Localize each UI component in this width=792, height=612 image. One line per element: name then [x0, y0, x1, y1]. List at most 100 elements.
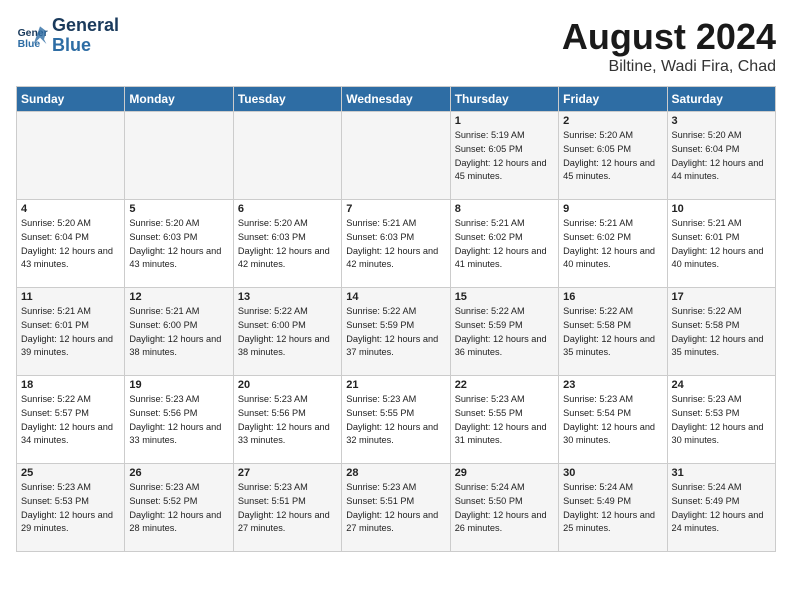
- calendar-cell: 13 Sunrise: 5:22 AMSunset: 6:00 PMDaylig…: [233, 288, 341, 376]
- day-info: Sunrise: 5:23 AMSunset: 5:52 PMDaylight:…: [129, 481, 228, 536]
- calendar-cell: 6 Sunrise: 5:20 AMSunset: 6:03 PMDayligh…: [233, 200, 341, 288]
- day-number: 7: [346, 203, 445, 215]
- day-info: Sunrise: 5:20 AMSunset: 6:05 PMDaylight:…: [563, 129, 662, 184]
- page-header: General Blue General Blue August 2024 Bi…: [16, 16, 776, 76]
- week-row-3: 11 Sunrise: 5:21 AMSunset: 6:01 PMDaylig…: [17, 288, 776, 376]
- day-number: 3: [672, 115, 771, 127]
- day-number: 18: [21, 379, 120, 391]
- day-number: 10: [672, 203, 771, 215]
- calendar-cell: 11 Sunrise: 5:21 AMSunset: 6:01 PMDaylig…: [17, 288, 125, 376]
- calendar-cell: 2 Sunrise: 5:20 AMSunset: 6:05 PMDayligh…: [559, 112, 667, 200]
- day-number: 5: [129, 203, 228, 215]
- calendar-header-row: SundayMondayTuesdayWednesdayThursdayFrid…: [17, 87, 776, 112]
- day-header-friday: Friday: [559, 87, 667, 112]
- day-info: Sunrise: 5:20 AMSunset: 6:03 PMDaylight:…: [238, 217, 337, 272]
- calendar-cell: 17 Sunrise: 5:22 AMSunset: 5:58 PMDaylig…: [667, 288, 775, 376]
- day-info: Sunrise: 5:22 AMSunset: 5:58 PMDaylight:…: [672, 305, 771, 360]
- day-number: 27: [238, 467, 337, 479]
- calendar-cell: [125, 112, 233, 200]
- day-number: 31: [672, 467, 771, 479]
- calendar-cell: 25 Sunrise: 5:23 AMSunset: 5:53 PMDaylig…: [17, 464, 125, 552]
- day-number: 28: [346, 467, 445, 479]
- calendar-cell: 7 Sunrise: 5:21 AMSunset: 6:03 PMDayligh…: [342, 200, 450, 288]
- day-header-wednesday: Wednesday: [342, 87, 450, 112]
- calendar-cell: 18 Sunrise: 5:22 AMSunset: 5:57 PMDaylig…: [17, 376, 125, 464]
- day-number: 2: [563, 115, 662, 127]
- day-info: Sunrise: 5:23 AMSunset: 5:56 PMDaylight:…: [238, 393, 337, 448]
- day-info: Sunrise: 5:24 AMSunset: 5:50 PMDaylight:…: [455, 481, 554, 536]
- day-info: Sunrise: 5:22 AMSunset: 5:59 PMDaylight:…: [455, 305, 554, 360]
- calendar-cell: 10 Sunrise: 5:21 AMSunset: 6:01 PMDaylig…: [667, 200, 775, 288]
- calendar-cell: 5 Sunrise: 5:20 AMSunset: 6:03 PMDayligh…: [125, 200, 233, 288]
- calendar-cell: 14 Sunrise: 5:22 AMSunset: 5:59 PMDaylig…: [342, 288, 450, 376]
- logo: General Blue General Blue: [16, 16, 119, 56]
- day-header-tuesday: Tuesday: [233, 87, 341, 112]
- calendar-cell: [342, 112, 450, 200]
- day-header-sunday: Sunday: [17, 87, 125, 112]
- day-info: Sunrise: 5:23 AMSunset: 5:56 PMDaylight:…: [129, 393, 228, 448]
- calendar-cell: 21 Sunrise: 5:23 AMSunset: 5:55 PMDaylig…: [342, 376, 450, 464]
- day-number: 8: [455, 203, 554, 215]
- calendar-subtitle: Biltine, Wadi Fira, Chad: [562, 58, 776, 76]
- day-info: Sunrise: 5:19 AMSunset: 6:05 PMDaylight:…: [455, 129, 554, 184]
- calendar-cell: 29 Sunrise: 5:24 AMSunset: 5:50 PMDaylig…: [450, 464, 558, 552]
- calendar-table: SundayMondayTuesdayWednesdayThursdayFrid…: [16, 86, 776, 552]
- day-info: Sunrise: 5:23 AMSunset: 5:51 PMDaylight:…: [238, 481, 337, 536]
- calendar-cell: 19 Sunrise: 5:23 AMSunset: 5:56 PMDaylig…: [125, 376, 233, 464]
- day-info: Sunrise: 5:22 AMSunset: 5:57 PMDaylight:…: [21, 393, 120, 448]
- day-info: Sunrise: 5:22 AMSunset: 5:59 PMDaylight:…: [346, 305, 445, 360]
- day-info: Sunrise: 5:21 AMSunset: 6:01 PMDaylight:…: [21, 305, 120, 360]
- day-number: 26: [129, 467, 228, 479]
- day-info: Sunrise: 5:22 AMSunset: 6:00 PMDaylight:…: [238, 305, 337, 360]
- calendar-cell: 24 Sunrise: 5:23 AMSunset: 5:53 PMDaylig…: [667, 376, 775, 464]
- day-number: 29: [455, 467, 554, 479]
- calendar-cell: 8 Sunrise: 5:21 AMSunset: 6:02 PMDayligh…: [450, 200, 558, 288]
- day-number: 16: [563, 291, 662, 303]
- day-number: 12: [129, 291, 228, 303]
- day-info: Sunrise: 5:22 AMSunset: 5:58 PMDaylight:…: [563, 305, 662, 360]
- calendar-cell: [233, 112, 341, 200]
- day-header-thursday: Thursday: [450, 87, 558, 112]
- calendar-cell: 26 Sunrise: 5:23 AMSunset: 5:52 PMDaylig…: [125, 464, 233, 552]
- day-header-saturday: Saturday: [667, 87, 775, 112]
- logo-line1: General: [52, 16, 119, 36]
- day-number: 13: [238, 291, 337, 303]
- day-number: 14: [346, 291, 445, 303]
- day-info: Sunrise: 5:23 AMSunset: 5:55 PMDaylight:…: [455, 393, 554, 448]
- calendar-cell: 31 Sunrise: 5:24 AMSunset: 5:49 PMDaylig…: [667, 464, 775, 552]
- calendar-cell: 28 Sunrise: 5:23 AMSunset: 5:51 PMDaylig…: [342, 464, 450, 552]
- week-row-4: 18 Sunrise: 5:22 AMSunset: 5:57 PMDaylig…: [17, 376, 776, 464]
- day-info: Sunrise: 5:21 AMSunset: 6:01 PMDaylight:…: [672, 217, 771, 272]
- day-info: Sunrise: 5:21 AMSunset: 6:02 PMDaylight:…: [563, 217, 662, 272]
- day-number: 9: [563, 203, 662, 215]
- day-info: Sunrise: 5:21 AMSunset: 6:03 PMDaylight:…: [346, 217, 445, 272]
- day-number: 24: [672, 379, 771, 391]
- calendar-cell: 27 Sunrise: 5:23 AMSunset: 5:51 PMDaylig…: [233, 464, 341, 552]
- day-info: Sunrise: 5:20 AMSunset: 6:04 PMDaylight:…: [21, 217, 120, 272]
- day-number: 15: [455, 291, 554, 303]
- calendar-cell: 12 Sunrise: 5:21 AMSunset: 6:00 PMDaylig…: [125, 288, 233, 376]
- title-block: August 2024 Biltine, Wadi Fira, Chad: [562, 16, 776, 76]
- calendar-cell: 9 Sunrise: 5:21 AMSunset: 6:02 PMDayligh…: [559, 200, 667, 288]
- calendar-cell: 22 Sunrise: 5:23 AMSunset: 5:55 PMDaylig…: [450, 376, 558, 464]
- day-info: Sunrise: 5:24 AMSunset: 5:49 PMDaylight:…: [563, 481, 662, 536]
- day-info: Sunrise: 5:21 AMSunset: 6:02 PMDaylight:…: [455, 217, 554, 272]
- calendar-cell: [17, 112, 125, 200]
- day-info: Sunrise: 5:24 AMSunset: 5:49 PMDaylight:…: [672, 481, 771, 536]
- svg-text:Blue: Blue: [18, 39, 41, 50]
- day-number: 30: [563, 467, 662, 479]
- day-info: Sunrise: 5:20 AMSunset: 6:04 PMDaylight:…: [672, 129, 771, 184]
- logo-icon: General Blue: [16, 20, 48, 52]
- day-number: 25: [21, 467, 120, 479]
- day-number: 4: [21, 203, 120, 215]
- calendar-cell: 3 Sunrise: 5:20 AMSunset: 6:04 PMDayligh…: [667, 112, 775, 200]
- day-info: Sunrise: 5:23 AMSunset: 5:53 PMDaylight:…: [21, 481, 120, 536]
- day-number: 6: [238, 203, 337, 215]
- day-number: 22: [455, 379, 554, 391]
- calendar-cell: 4 Sunrise: 5:20 AMSunset: 6:04 PMDayligh…: [17, 200, 125, 288]
- calendar-cell: 20 Sunrise: 5:23 AMSunset: 5:56 PMDaylig…: [233, 376, 341, 464]
- day-number: 11: [21, 291, 120, 303]
- day-number: 19: [129, 379, 228, 391]
- calendar-cell: 1 Sunrise: 5:19 AMSunset: 6:05 PMDayligh…: [450, 112, 558, 200]
- day-number: 23: [563, 379, 662, 391]
